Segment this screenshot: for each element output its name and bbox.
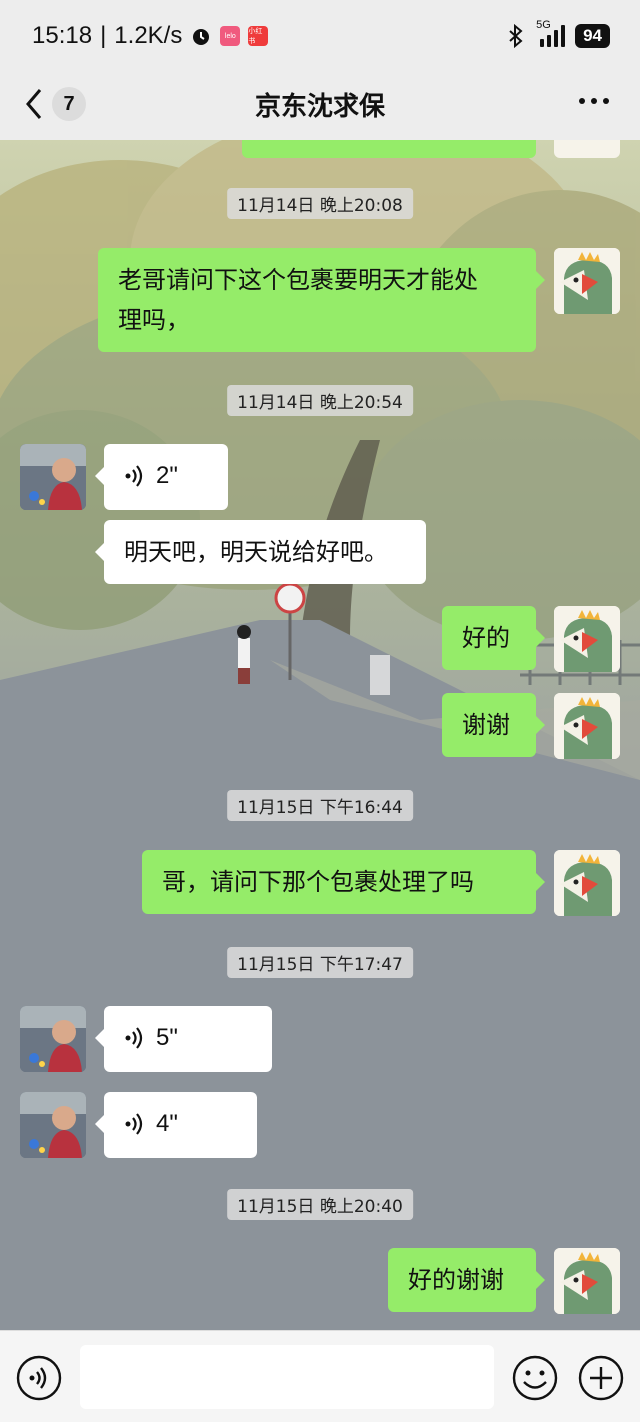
message-text-line: 老哥请问下这个包裹要明天才能处	[118, 266, 478, 294]
voice-wave-icon	[125, 465, 143, 487]
contact-avatar[interactable]	[20, 1006, 86, 1072]
message-text-line: 理吗，	[118, 306, 190, 334]
alarm-icon	[193, 29, 210, 45]
my-message-bubble[interactable]: 好的	[442, 606, 545, 670]
my-message-bubble[interactable]: 哥，请问下那个包裹处理了吗	[142, 850, 545, 914]
more-options-button[interactable]	[578, 90, 610, 109]
my-message-bubble[interactable]: 好的谢谢	[388, 1248, 545, 1312]
voice-message-bubble[interactable]: 2"	[95, 444, 228, 510]
message-text-line: 谢谢	[462, 711, 510, 739]
contact-photo-icon	[20, 1092, 86, 1158]
my-avatar[interactable]	[554, 1248, 620, 1314]
voice-message-bubble[interactable]: 4"	[95, 1092, 257, 1158]
message-text-line: 明天吧，明天说给好吧。	[124, 538, 388, 566]
my-avatar[interactable]	[554, 248, 620, 314]
dinosaur-avatar-icon	[554, 606, 620, 672]
battery-indicator: 94	[575, 24, 610, 48]
dinosaur-avatar-icon	[554, 693, 620, 759]
contact-photo-icon	[20, 1006, 86, 1072]
contact-avatar[interactable]	[20, 444, 86, 510]
network-speed: 1.2K/s	[114, 22, 183, 49]
emoji-button[interactable]	[512, 1355, 558, 1401]
timestamp: 11月15日 下午17:47	[227, 947, 413, 978]
my-avatar[interactable]	[554, 140, 620, 158]
more-dots-icon	[579, 98, 609, 104]
dinosaur-avatar-icon	[554, 850, 620, 916]
status-bar: 15:18 | 1.2K/s lelo 小红书 5G 94	[0, 0, 640, 72]
voice-message-bubble[interactable]: 5"	[95, 1006, 272, 1072]
more-functions-button[interactable]	[578, 1355, 624, 1401]
contact-message-bubble[interactable]: 明天吧，明天说给好吧。	[95, 520, 426, 584]
chat-input-bar	[0, 1330, 640, 1422]
my-avatar[interactable]	[554, 606, 620, 672]
lelo-app-icon: lelo	[220, 26, 241, 46]
message-text-line: 哥，请问下那个包裹处理了吗	[162, 868, 474, 896]
message-text-line: 好的	[462, 624, 510, 652]
bluetooth-icon	[509, 24, 523, 48]
voice-duration: 5"	[156, 1024, 178, 1051]
emoji-icon	[512, 1355, 558, 1401]
status-time: 15:18	[32, 22, 93, 49]
dinosaur-avatar-icon	[554, 1248, 620, 1314]
timestamp: 11月14日 晚上20:54	[227, 385, 413, 416]
voice-input-button[interactable]	[16, 1355, 62, 1401]
voice-wave-icon	[125, 1113, 143, 1135]
dinosaur-avatar-icon	[554, 248, 620, 314]
chat-header: 7 京东沈求保	[0, 72, 640, 140]
message-input[interactable]	[80, 1345, 494, 1409]
xiaohongshu-app-icon: 小红书	[248, 26, 269, 46]
voice-duration: 2"	[156, 462, 178, 489]
my-message-bubble[interactable]: 谢谢	[442, 693, 545, 757]
partial-message-bubble	[242, 140, 536, 158]
voice-wave-icon	[125, 1027, 143, 1049]
my-avatar[interactable]	[554, 693, 620, 759]
timestamp: 11月15日 下午16:44	[227, 790, 413, 821]
plus-icon	[578, 1355, 624, 1401]
contact-photo-icon	[20, 444, 86, 510]
my-avatar[interactable]	[554, 850, 620, 916]
timestamp: 11月15日 晚上20:40	[227, 1189, 413, 1220]
voice-input-icon	[16, 1355, 62, 1401]
status-divider: |	[100, 22, 107, 49]
chat-title: 京东沈求保	[254, 92, 385, 122]
voice-duration: 4"	[156, 1110, 178, 1137]
timestamp: 11月14日 晚上20:08	[227, 188, 413, 219]
network-type: 5G	[536, 19, 551, 31]
message-text-line: 好的谢谢	[408, 1266, 504, 1294]
my-message-bubble[interactable]: 老哥请问下这个包裹要明天才能处 理吗，	[98, 248, 545, 352]
contact-avatar[interactable]	[20, 1092, 86, 1158]
